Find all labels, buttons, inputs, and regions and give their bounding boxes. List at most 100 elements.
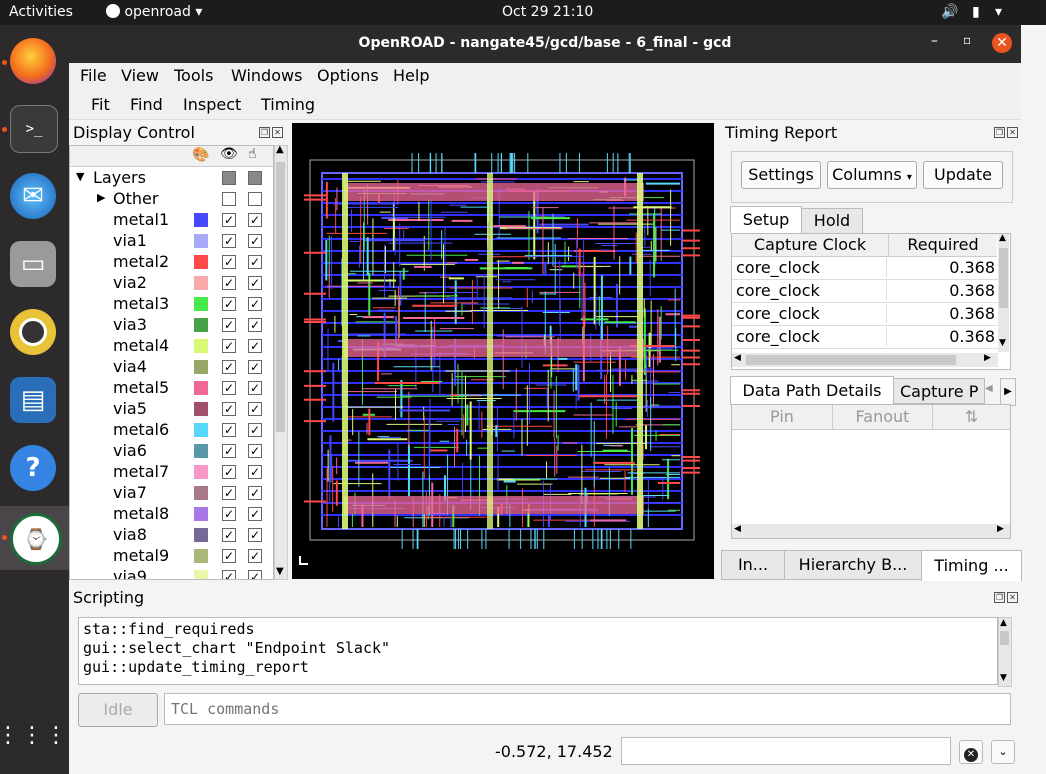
layer-row-metal8[interactable]: metal8 ✓ ✓ bbox=[70, 504, 273, 525]
table-row[interactable]: core_clock 0.368 bbox=[732, 280, 998, 303]
system-menu-icon[interactable]: ▾ bbox=[995, 4, 1002, 20]
layer-selectable-checkbox[interactable]: ✓ bbox=[248, 234, 262, 248]
find-button[interactable]: Find bbox=[130, 95, 163, 114]
layer-color-swatch[interactable] bbox=[194, 234, 208, 248]
layer-row-via4[interactable]: via4 ✓ ✓ bbox=[70, 357, 273, 378]
scrollbar-thumb[interactable] bbox=[276, 162, 285, 432]
layer-selectable-checkbox[interactable]: ✓ bbox=[248, 528, 262, 542]
openroad-icon[interactable]: ⌚ bbox=[10, 513, 62, 565]
maximize-icon[interactable]: ▫ bbox=[963, 33, 971, 47]
layer-visible-checkbox[interactable]: ✓ bbox=[222, 402, 236, 416]
layer-selectable-checkbox[interactable]: ✓ bbox=[248, 444, 262, 458]
layer-selectable-checkbox[interactable]: ✓ bbox=[248, 276, 262, 290]
layer-visible-checkbox[interactable]: ✓ bbox=[222, 381, 236, 395]
tab-setup[interactable]: Setup bbox=[730, 206, 802, 233]
clock[interactable]: Oct 29 21:10 bbox=[502, 4, 593, 20]
menu-windows[interactable]: Windows bbox=[231, 66, 302, 85]
column-header-pin[interactable]: Pin bbox=[732, 405, 833, 430]
layer-selectable-checkbox[interactable]: ✓ bbox=[248, 486, 262, 500]
layout-canvas[interactable] bbox=[292, 123, 714, 579]
tab-data-path-details[interactable]: Data Path Details bbox=[730, 376, 894, 405]
update-button[interactable]: Update bbox=[923, 161, 1003, 189]
layer-selectable-checkbox[interactable]: ✓ bbox=[248, 465, 262, 479]
layer-row-metal7[interactable]: metal7 ✓ ✓ bbox=[70, 462, 273, 483]
close-panel-icon[interactable]: ✕ bbox=[1007, 592, 1018, 603]
layer-visible-checkbox[interactable]: ✓ bbox=[222, 339, 236, 353]
layer-color-swatch[interactable] bbox=[194, 360, 208, 374]
status-search-input[interactable] bbox=[621, 737, 951, 765]
writer-icon[interactable]: ▤ bbox=[10, 377, 56, 423]
layer-row-metal1[interactable]: metal1 ✓ ✓ bbox=[70, 210, 273, 231]
close-panel-icon[interactable]: ✕ bbox=[1007, 127, 1018, 138]
layer-visible-checkbox[interactable]: ✓ bbox=[222, 486, 236, 500]
layers-tree[interactable]: 🎨 👁 ☝ ▼ Layers ▶ Other metal1 ✓ ✓ via1 ✓ ✓ met… bbox=[69, 145, 274, 580]
layer-color-swatch[interactable] bbox=[194, 402, 208, 416]
float-icon[interactable]: ❐ bbox=[994, 592, 1005, 603]
scroll-up-icon[interactable]: ▲ bbox=[276, 144, 284, 155]
table-row[interactable]: core_clock 0.368 bbox=[732, 257, 998, 280]
data-path-table[interactable]: Pin Fanout ⇅ ◀ ▶ bbox=[731, 404, 1011, 539]
layer-row-via6[interactable]: via6 ✓ ✓ bbox=[70, 441, 273, 462]
layer-visible-checkbox[interactable]: ✓ bbox=[222, 276, 236, 290]
terminal-icon[interactable]: >_ bbox=[10, 105, 58, 153]
minimize-icon[interactable]: – bbox=[931, 33, 938, 49]
menu-options[interactable]: Options bbox=[317, 66, 379, 85]
layer-color-swatch[interactable] bbox=[194, 381, 208, 395]
scroll-right-icon[interactable]: ▶ bbox=[984, 353, 991, 363]
thunderbird-icon[interactable]: ✉ bbox=[10, 173, 56, 219]
table-row[interactable]: core_clock 0.368 bbox=[732, 326, 998, 349]
layer-visible-checkbox[interactable]: ✓ bbox=[222, 297, 236, 311]
scrollbar-thumb[interactable] bbox=[746, 355, 956, 365]
layer-visible-checkbox[interactable]: ✓ bbox=[222, 465, 236, 479]
layer-visible-checkbox[interactable]: ✓ bbox=[222, 570, 236, 579]
close-panel-icon[interactable]: ✕ bbox=[272, 127, 283, 138]
layer-color-swatch[interactable] bbox=[194, 465, 208, 479]
layer-color-swatch[interactable] bbox=[194, 528, 208, 542]
activities-button[interactable]: Activities bbox=[9, 4, 73, 20]
layer-selectable-checkbox[interactable]: ✓ bbox=[248, 339, 262, 353]
layer-row-metal9[interactable]: metal9 ✓ ✓ bbox=[70, 546, 273, 567]
table-vertical-scrollbar[interactable]: ▲ ▼ bbox=[998, 234, 1009, 352]
layer-row-via9[interactable]: via9 ✓ ✓ bbox=[70, 567, 273, 579]
tab-inspector[interactable]: In... bbox=[721, 550, 785, 580]
column-header-fanout[interactable]: Fanout bbox=[833, 405, 933, 430]
layer-row-via1[interactable]: via1 ✓ ✓ bbox=[70, 231, 273, 252]
layer-color-swatch[interactable] bbox=[194, 507, 208, 521]
tab-hold[interactable]: Hold bbox=[801, 208, 863, 234]
other-selectable-checkbox[interactable] bbox=[248, 192, 262, 206]
clear-icon[interactable]: ✕ bbox=[959, 740, 983, 764]
layers-visible-checkbox[interactable] bbox=[222, 171, 236, 185]
layer-color-swatch[interactable] bbox=[194, 255, 208, 269]
column-header-sort[interactable]: ⇅ bbox=[933, 405, 1010, 430]
layer-visible-checkbox[interactable]: ✓ bbox=[222, 549, 236, 563]
layer-color-swatch[interactable] bbox=[194, 486, 208, 500]
script-output[interactable]: sta::find_requireds gui::select_chart "E… bbox=[78, 617, 998, 685]
timing-button[interactable]: Timing bbox=[261, 95, 315, 114]
scrollbar-thumb[interactable] bbox=[1000, 631, 1009, 645]
layer-selectable-checkbox[interactable]: ✓ bbox=[248, 360, 262, 374]
tree-item-layers[interactable]: ▼ Layers bbox=[70, 168, 273, 189]
layer-visible-checkbox[interactable]: ✓ bbox=[222, 423, 236, 437]
layer-visible-checkbox[interactable]: ✓ bbox=[222, 444, 236, 458]
chevron-down-icon[interactable]: ⌄ bbox=[991, 740, 1015, 764]
float-icon[interactable]: ❐ bbox=[259, 127, 270, 138]
column-header-capture-clock[interactable]: Capture Clock bbox=[732, 234, 889, 257]
layer-visible-checkbox[interactable]: ✓ bbox=[222, 255, 236, 269]
fit-button[interactable]: Fit bbox=[91, 95, 110, 114]
layer-visible-checkbox[interactable]: ✓ bbox=[222, 528, 236, 542]
layer-color-swatch[interactable] bbox=[194, 549, 208, 563]
path-table[interactable]: Capture Clock Required core_clock 0.368 co… bbox=[731, 233, 1011, 370]
layer-selectable-checkbox[interactable]: ✓ bbox=[248, 507, 262, 521]
menu-file[interactable]: File bbox=[80, 66, 107, 85]
layer-selectable-checkbox[interactable]: ✓ bbox=[248, 570, 262, 579]
expand-arrow-icon[interactable]: ▶ bbox=[97, 191, 105, 204]
scroll-left-icon[interactable]: ◀ bbox=[734, 524, 741, 534]
close-icon[interactable]: ✕ bbox=[992, 33, 1012, 53]
layer-color-swatch[interactable] bbox=[194, 297, 208, 311]
settings-button[interactable]: Settings bbox=[741, 161, 821, 189]
menu-tools[interactable]: Tools bbox=[174, 66, 213, 85]
layer-selectable-checkbox[interactable]: ✓ bbox=[248, 423, 262, 437]
layer-row-metal6[interactable]: metal6 ✓ ✓ bbox=[70, 420, 273, 441]
layer-visible-checkbox[interactable]: ✓ bbox=[222, 213, 236, 227]
display-control-scrollbar[interactable]: ▲ ▼ bbox=[274, 144, 288, 580]
